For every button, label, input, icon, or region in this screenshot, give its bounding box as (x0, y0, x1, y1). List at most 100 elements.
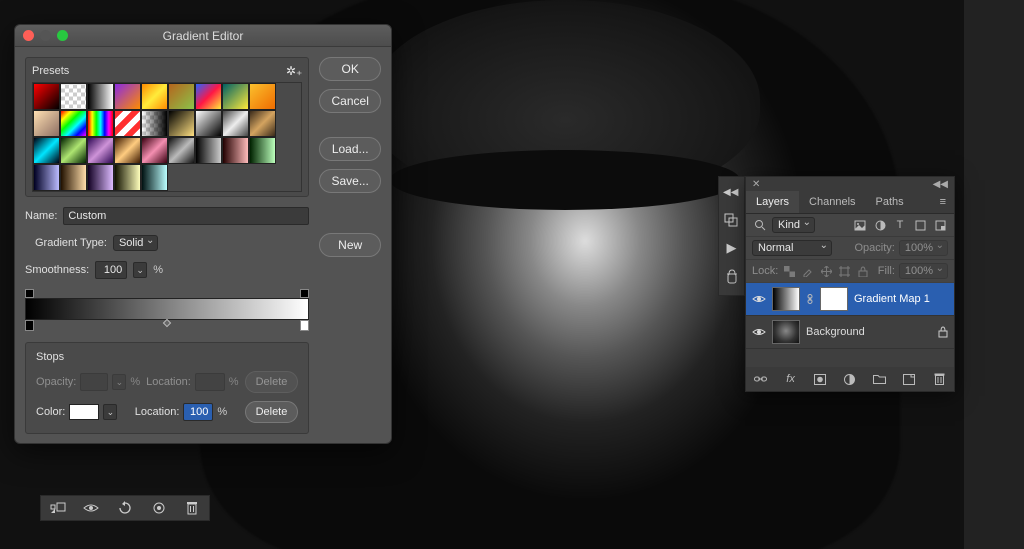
gradient-midpoint[interactable] (163, 319, 171, 327)
panel-close-icon[interactable]: ✕ (752, 179, 760, 190)
tab-layers[interactable]: Layers (746, 191, 799, 213)
lock-transparency-icon[interactable] (782, 263, 796, 279)
layer-style-icon[interactable]: fx (783, 371, 799, 387)
preset-swatch[interactable] (33, 110, 60, 137)
preset-swatch[interactable] (222, 137, 249, 164)
preset-swatch[interactable] (60, 110, 87, 137)
preset-swatch[interactable] (33, 83, 60, 110)
gradient-bar[interactable] (25, 298, 309, 320)
filter-smartobject-icon[interactable] (932, 217, 948, 233)
cancel-button[interactable]: Cancel (319, 89, 381, 113)
window-zoom-button[interactable] (57, 30, 68, 41)
new-group-icon[interactable] (872, 371, 888, 387)
visibility-icon[interactable] (81, 502, 101, 514)
preset-swatch[interactable] (60, 137, 87, 164)
preset-swatch[interactable] (195, 83, 222, 110)
tab-paths[interactable]: Paths (866, 191, 914, 213)
history-icon[interactable] (724, 211, 739, 229)
layer-name[interactable]: Background (806, 326, 865, 338)
window-minimize-button[interactable] (40, 30, 51, 41)
smoothness-field[interactable] (95, 261, 127, 279)
color-dropdown[interactable]: ⌄ (103, 404, 117, 420)
visibility-toggle[interactable] (752, 294, 766, 304)
preset-swatch[interactable] (168, 83, 195, 110)
presets-menu-gear-icon[interactable]: ✲₊ (286, 64, 302, 78)
color-stop-left[interactable] (25, 320, 34, 331)
preset-swatch[interactable] (114, 137, 141, 164)
preset-swatch[interactable] (222, 110, 249, 137)
ok-button[interactable]: OK (319, 57, 381, 81)
dialog-titlebar[interactable]: Gradient Editor (15, 25, 391, 47)
window-close-button[interactable] (23, 30, 34, 41)
color-location-field[interactable] (183, 403, 213, 421)
save-button[interactable]: Save... (319, 169, 381, 193)
blend-mode-select[interactable]: Normal (752, 240, 832, 256)
name-field[interactable] (63, 207, 309, 225)
preset-swatch[interactable] (168, 137, 195, 164)
preset-swatch[interactable] (195, 110, 222, 137)
preset-swatch[interactable] (222, 83, 249, 110)
load-button[interactable]: Load... (319, 137, 381, 161)
dock-collapse-icon[interactable]: ◀◀ (723, 183, 738, 201)
layer-item[interactable]: Background (746, 316, 954, 349)
preset-swatch[interactable] (33, 164, 60, 191)
clip-to-layer-icon[interactable] (48, 502, 68, 514)
layer-thumbnail[interactable] (772, 287, 800, 311)
opacity-stop-right[interactable] (300, 289, 309, 298)
preset-swatch[interactable] (114, 164, 141, 191)
color-stop-right[interactable] (300, 320, 309, 331)
layer-name[interactable]: Gradient Map 1 (854, 293, 930, 305)
preset-swatch[interactable] (114, 110, 141, 137)
color-delete-button[interactable]: Delete (245, 401, 299, 423)
tab-channels[interactable]: Channels (799, 191, 865, 213)
preset-swatch[interactable] (141, 110, 168, 137)
fill-value[interactable]: 100% (899, 263, 948, 279)
preset-swatch[interactable] (141, 83, 168, 110)
lock-pixels-icon[interactable] (801, 263, 815, 279)
preset-swatch[interactable] (60, 164, 87, 191)
reset-icon[interactable] (149, 501, 169, 515)
filter-pixel-icon[interactable] (852, 217, 868, 233)
preset-swatch[interactable] (249, 83, 276, 110)
lock-position-icon[interactable] (819, 263, 833, 279)
clone-source-icon[interactable] (725, 267, 739, 285)
panel-collapse-icon[interactable]: ◀◀ (933, 179, 948, 190)
preset-swatch[interactable] (168, 110, 195, 137)
layer-thumbnail[interactable] (772, 320, 800, 344)
color-swatch[interactable] (69, 404, 99, 420)
preset-swatch[interactable] (141, 137, 168, 164)
actions-icon[interactable]: ▶ (727, 239, 737, 257)
opacity-stop-left[interactable] (25, 289, 34, 298)
lock-icon[interactable] (938, 326, 948, 338)
preset-swatch[interactable] (87, 137, 114, 164)
preset-swatch[interactable] (87, 83, 114, 110)
link-layers-icon[interactable] (753, 371, 769, 387)
preset-swatch[interactable] (87, 164, 114, 191)
add-mask-icon[interactable] (812, 371, 828, 387)
layer-item[interactable]: Gradient Map 1 (746, 283, 954, 316)
undo-icon[interactable] (115, 501, 135, 515)
preset-swatch[interactable] (114, 83, 141, 110)
preset-swatch[interactable] (249, 110, 276, 137)
new-adjustment-icon[interactable] (842, 371, 858, 387)
opacity-value[interactable]: 100% (899, 240, 948, 256)
lock-all-icon[interactable] (855, 263, 869, 279)
preset-swatch[interactable] (87, 110, 114, 137)
filter-search-icon[interactable] (752, 217, 768, 233)
preset-swatch[interactable] (33, 137, 60, 164)
delete-layer-icon[interactable] (931, 371, 947, 387)
visibility-toggle[interactable] (752, 327, 766, 337)
smoothness-dropdown[interactable]: ⌄ (133, 262, 147, 278)
preset-swatch[interactable] (141, 164, 168, 191)
panel-menu-icon[interactable]: ≡ (932, 191, 954, 213)
gradient-type-select[interactable]: Solid (113, 235, 158, 251)
new-button[interactable]: New (319, 233, 381, 257)
filter-adjustment-icon[interactable] (872, 217, 888, 233)
new-layer-icon[interactable] (901, 371, 917, 387)
mask-thumbnail[interactable] (820, 287, 848, 311)
trash-icon[interactable] (182, 501, 202, 515)
preset-swatch[interactable] (60, 83, 87, 110)
filter-type-icon[interactable]: T (892, 217, 908, 233)
filter-select[interactable]: Kind (772, 217, 815, 233)
preset-swatch[interactable] (195, 137, 222, 164)
